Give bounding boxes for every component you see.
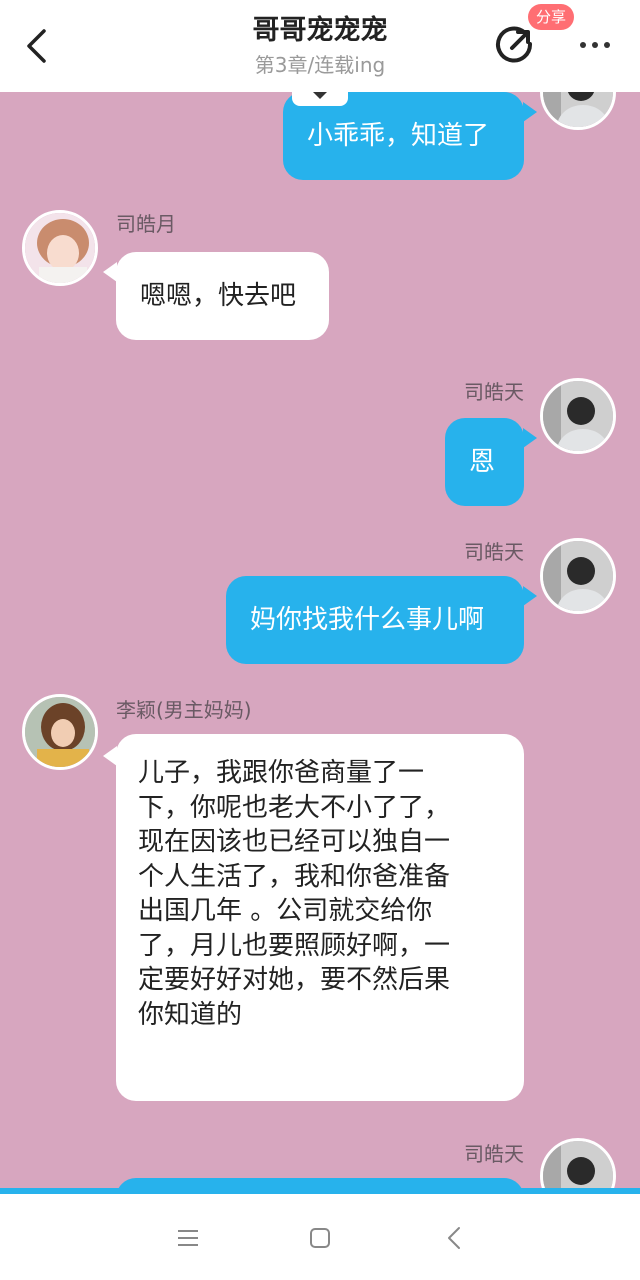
message-line: 个人生活了，我和你爸准备 — [138, 861, 451, 892]
message-line: 你知道的 — [138, 999, 243, 1030]
sender-name: 司皓天 — [464, 540, 524, 564]
triangle-back-icon — [448, 1227, 460, 1249]
share-button[interactable] — [494, 22, 538, 66]
message-line: 定要好好对她，要不然后果 — [138, 965, 451, 995]
bubble-tail — [523, 586, 537, 606]
avatar-sihaotian[interactable] — [540, 92, 616, 130]
message-line: 出国几年 。公司就交给你 — [138, 896, 433, 926]
sender-name: 李颖(男主妈妈) — [116, 698, 252, 722]
avatar-liying[interactable] — [22, 694, 98, 770]
more-dot — [580, 42, 586, 48]
menu-lines-icon — [178, 1230, 198, 1246]
story-title: 哥哥宠宠宠 — [252, 15, 388, 46]
back-button[interactable] — [14, 24, 58, 68]
more-dot — [592, 42, 598, 48]
sender-name: 司皓天 — [464, 380, 524, 404]
square-home-icon — [310, 1228, 330, 1248]
message-line: 下，你呢也老大不小了了， — [138, 792, 451, 823]
message-line: 儿子，我跟你爸商量了一 — [138, 758, 425, 788]
message-bubble[interactable]: 妈你找我什么事儿啊 — [226, 576, 524, 664]
caret-down-icon — [313, 92, 327, 99]
nav-back-button[interactable] — [434, 1218, 474, 1258]
avatar-sihaoyue[interactable] — [22, 210, 98, 286]
title-block: 哥哥宠宠宠 第3章/连载ing — [120, 12, 520, 78]
message-bubble[interactable]: 恩 — [445, 418, 524, 506]
share-icon — [496, 26, 533, 63]
message-bubble[interactable]: 嗯嗯，快去吧 — [116, 252, 329, 340]
nav-menu-button[interactable] — [168, 1218, 208, 1258]
chevron-left-icon — [27, 29, 46, 63]
avatar-sihaotian[interactable] — [540, 538, 616, 614]
message-line: 现在因该也已经可以独自一 — [138, 827, 451, 857]
avatar-sihaotian[interactable] — [540, 378, 616, 454]
nav-home-button[interactable] — [300, 1218, 340, 1258]
share-badge[interactable]: 分享 — [528, 4, 575, 30]
sender-name: 司皓月 — [116, 212, 176, 236]
avatar-sihaotian[interactable] — [540, 1138, 616, 1188]
message-bubble[interactable] — [116, 1178, 524, 1188]
bubble-tail — [523, 428, 537, 448]
bubble-tail — [103, 746, 117, 766]
chapter-subtitle: 第3章/连载ing — [254, 53, 386, 77]
sender-name: 司皓天 — [464, 1142, 524, 1166]
bubble-tail — [523, 102, 537, 122]
message-bubble[interactable]: 儿子，我跟你爸商量了一 下，你呢也老大不小了了， 现在因该也已经可以独自一 个人… — [116, 734, 524, 1101]
more-button[interactable] — [570, 30, 620, 60]
top-bar: 哥哥宠宠宠 第3章/连载ing 分享 — [0, 0, 640, 92]
bubble-tail — [103, 262, 117, 282]
system-nav-bar — [0, 1194, 640, 1280]
chat-area[interactable]: 小乖乖，知道了 司皓月 嗯嗯，快去吧 司皓天 恩 司皓天 妈你找我什么事儿啊 李… — [0, 92, 640, 1188]
message-line: 了，月儿也要照顾好啊，一 — [138, 930, 451, 961]
chapter-menu-tab[interactable] — [292, 92, 348, 106]
more-dot — [604, 42, 610, 48]
